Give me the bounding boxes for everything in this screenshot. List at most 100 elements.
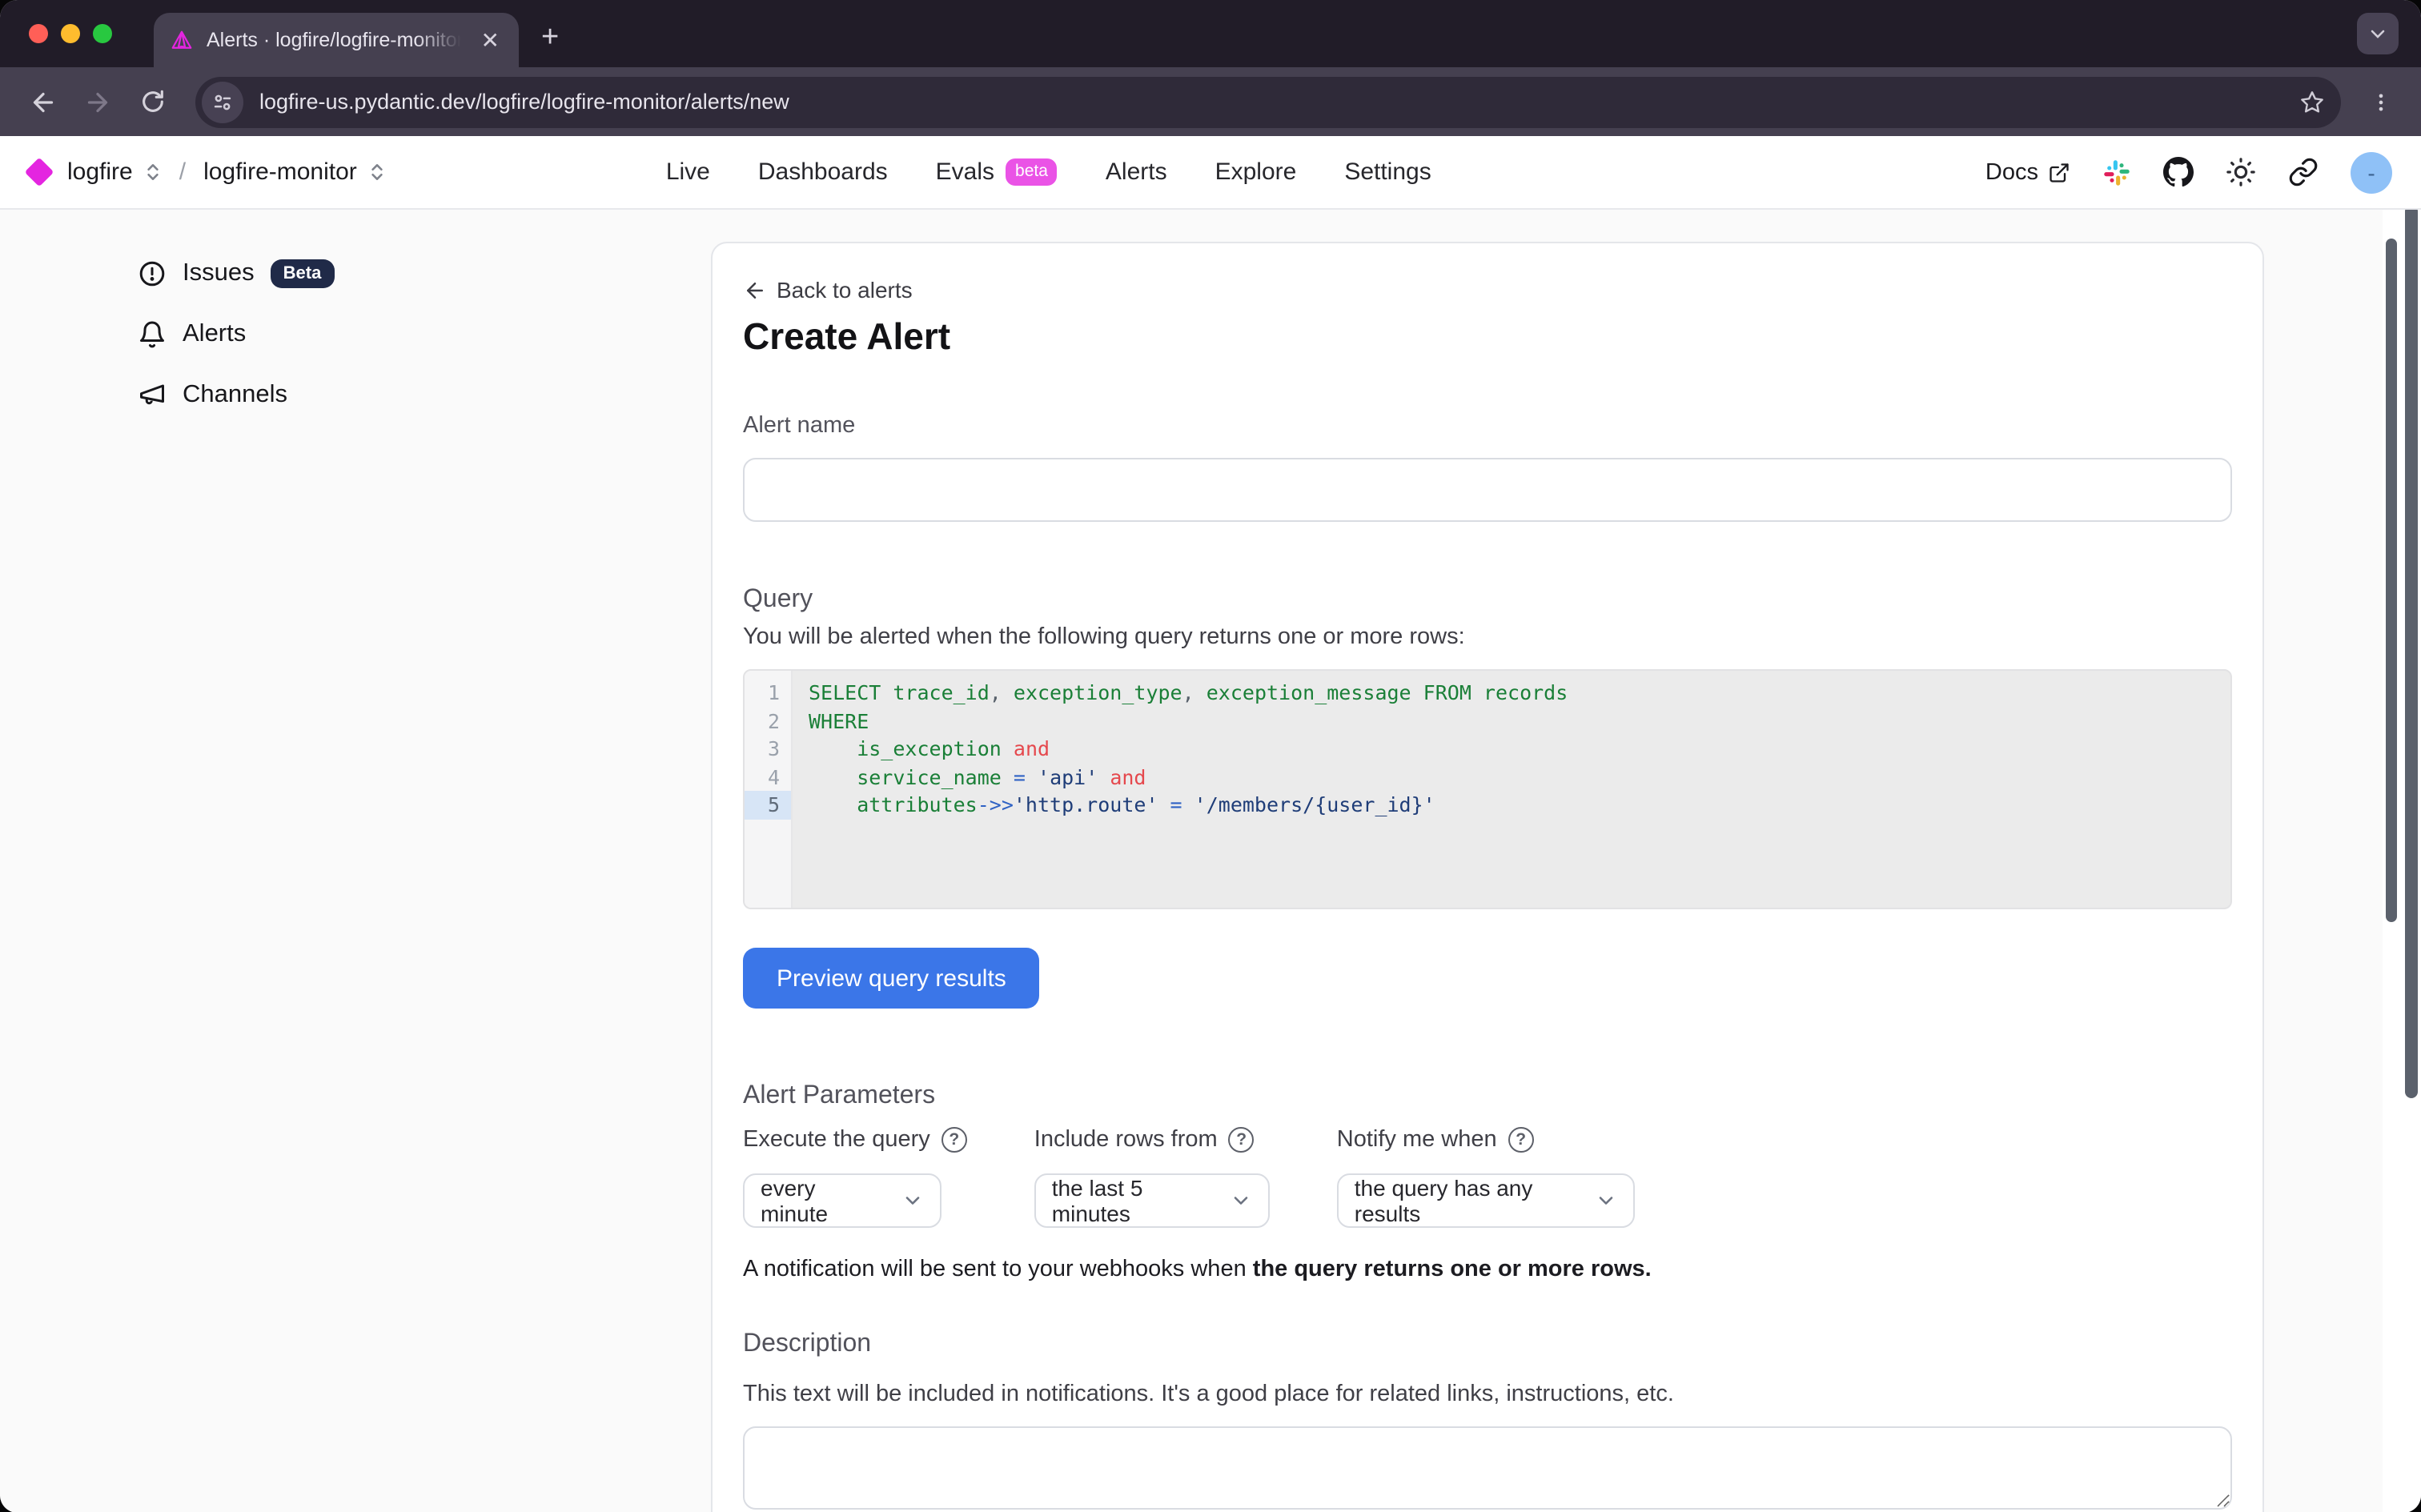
nav-explore[interactable]: Explore [1215,158,1297,186]
tab-search-button[interactable] [2357,13,2399,54]
sidebar-item-issues[interactable]: IssuesBeta [138,255,334,293]
reload-button[interactable] [128,78,176,126]
description-helper: This text will be included in notificati… [743,1382,2232,1407]
param-label-text: Include rows from [1034,1127,1218,1153]
app-header: logfire / logfire-monitor Live Dashboards… [0,136,2421,210]
line-number: 5 [745,791,791,819]
browser-tab[interactable]: Alerts · logfire/logfire-monitor ✕ [154,13,519,67]
evals-beta-badge: beta [1006,159,1058,186]
slack-link[interactable] [2102,158,2131,186]
chevron-down-icon [1230,1189,1252,1212]
code-line[interactable]: WHERE [809,707,2230,735]
editor-code[interactable]: SELECT trace_id, exception_type, excepti… [793,671,2230,908]
tab-close-icon[interactable]: ✕ [475,26,506,54]
github-link[interactable] [2163,157,2194,187]
execute-the-query-select[interactable]: every minute [743,1173,942,1228]
nav-alerts[interactable]: Alerts [1106,158,1167,186]
tab-title: Alerts · logfire/logfire-monitor [207,29,462,51]
logfire-logo-icon [25,158,54,187]
user-avatar[interactable]: - [2351,151,2392,193]
select-value: the query has any results [1355,1175,1582,1226]
link-icon [2288,157,2319,187]
create-alert-card: Back to alerts Create Alert Alert name Q… [711,242,2264,1512]
back-button[interactable] [19,78,67,126]
help-icon[interactable]: ? [942,1127,967,1153]
project-selector-chevrons-icon[interactable] [368,162,386,182]
code-line[interactable]: attributes->>'http.route' = '/members/{u… [809,791,2230,819]
share-link-button[interactable] [2288,157,2319,187]
code-line[interactable]: SELECT trace_id, exception_type, excepti… [809,679,2230,707]
chevron-down-icon [901,1189,924,1212]
param-include-rows-from: Include rows from? the last 5 minutes [1034,1127,1270,1228]
nav-evals[interactable]: Evals beta [936,158,1058,186]
back-to-alerts-link[interactable]: Back to alerts [743,277,2232,303]
theme-toggle[interactable] [2226,157,2256,187]
nav-dashboards[interactable]: Dashboards [758,158,888,186]
zoom-window-button[interactable] [93,24,112,43]
sidebar-item-channels[interactable]: Channels [138,376,334,415]
site-settings-button[interactable] [202,81,243,122]
forward-arrow-icon [83,87,112,116]
page-scrollbar-thumb[interactable] [2405,210,2417,1098]
param-notify-me-when: Notify me when? the query has any results [1337,1127,1635,1228]
description-textarea[interactable] [743,1426,2232,1510]
url-text[interactable]: logfire-us.pydantic.dev/logfire/logfire-… [259,90,2283,114]
megaphone-icon [138,381,167,410]
minimize-window-button[interactable] [61,24,80,43]
sidebar-item-alerts[interactable]: Alerts [138,315,334,354]
badge-alert-icon [138,259,167,288]
close-window-button[interactable] [29,24,48,43]
panel-scrollbar-thumb[interactable] [2386,239,2397,922]
tab-strip: Alerts · logfire/logfire-monitor ✕ + [0,0,2421,67]
query-subtitle: You will be alerted when the following q… [743,624,2232,650]
code-line[interactable]: service_name = 'api' and [809,763,2230,791]
new-tab-button[interactable]: + [541,21,559,56]
project-selector[interactable]: logfire-monitor [203,158,357,186]
back-arrow-icon [743,278,767,302]
page-content: IssuesBeta Alerts Channels Back to alerts … [0,210,2421,1512]
url-bar[interactable]: logfire-us.pydantic.dev/logfire/logfire-… [195,76,2341,127]
bookmark-star-button[interactable] [2299,89,2325,114]
issues-beta-badge: Beta [271,259,335,288]
org-selector-chevrons-icon[interactable] [144,162,162,182]
help-icon[interactable]: ? [1229,1127,1255,1153]
nav-label: Evals [936,158,994,186]
param-label-text: Notify me when [1337,1127,1497,1153]
scrollbar-track [2383,210,2421,1512]
param-execute-the-query: Execute the query?every minute [743,1127,967,1228]
nav-live[interactable]: Live [666,158,710,186]
logfire-favicon-icon [170,28,194,52]
line-number: 3 [745,735,791,763]
org-selector[interactable]: logfire [67,158,133,186]
github-icon [2163,157,2194,187]
nav-settings[interactable]: Settings [1344,158,1431,186]
notify-me-when-select[interactable]: the query has any results [1337,1173,1635,1228]
help-icon[interactable]: ? [1508,1127,1534,1153]
query-heading: Query [743,586,2232,615]
code-line[interactable]: is_exception and [809,735,2230,763]
webhook-note-bold: the query returns one or more rows. [1253,1257,1652,1282]
page-title: Create Alert [743,315,2232,359]
breadcrumb-separator: / [179,158,186,186]
tune-icon [211,90,234,113]
reload-icon [139,88,166,115]
include-rows-from-select[interactable]: the last 5 minutes [1034,1173,1270,1228]
nav-label: Alerts [1106,158,1167,186]
line-number: 2 [745,707,791,735]
slack-icon [2102,158,2131,186]
editor-line-numbers: 12345 [745,671,793,908]
window-controls[interactable] [29,24,112,43]
browser-toolbar: logfire-us.pydantic.dev/logfire/logfire-… [0,67,2421,136]
alert-name-input[interactable] [743,458,2232,522]
sidebar-item-label: Alerts [183,320,246,349]
sidebar-item-label: Channels [183,381,287,410]
description-heading: Description [743,1330,2232,1359]
preview-query-results-button[interactable]: Preview query results [743,948,1040,1009]
nav-label: Settings [1344,158,1431,186]
sql-query-editor[interactable]: 12345 SELECT trace_id, exception_type, e… [743,669,2232,909]
docs-link[interactable]: Docs [1985,159,2070,185]
param-label-text: Execute the query [743,1127,930,1153]
browser-menu-button[interactable] [2360,81,2402,122]
sun-icon [2226,157,2256,187]
forward-button[interactable] [74,78,122,126]
